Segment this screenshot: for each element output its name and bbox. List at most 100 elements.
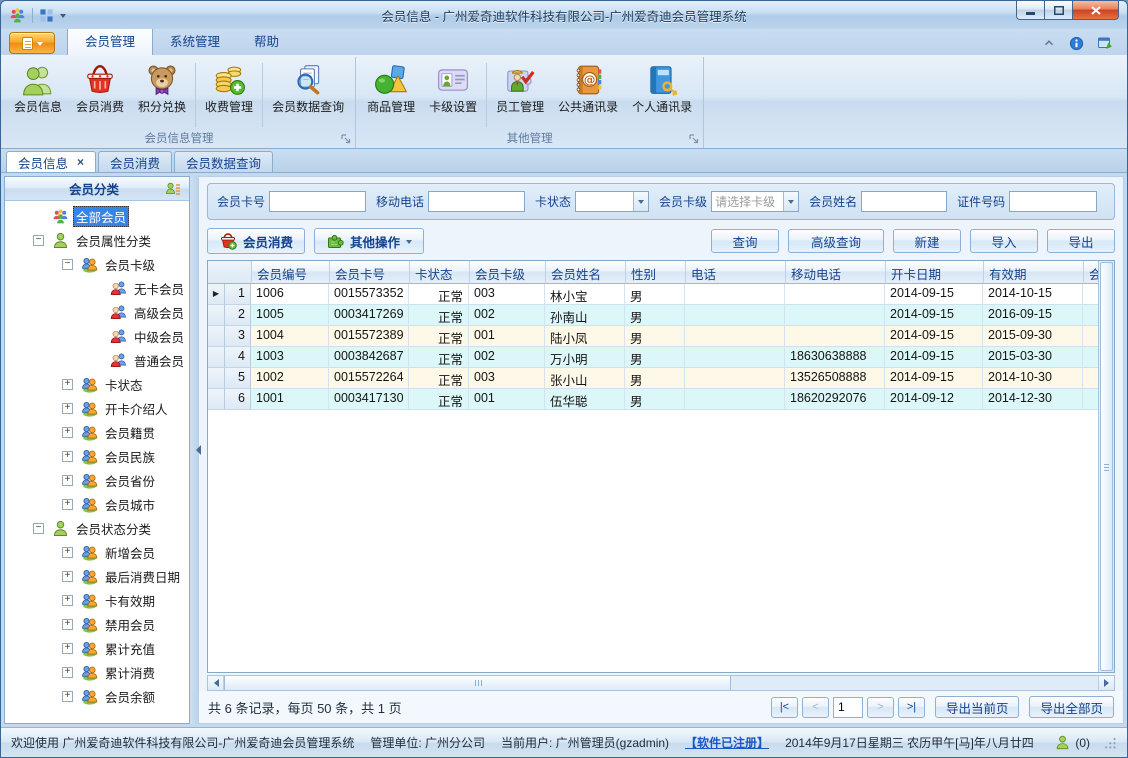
tree-item[interactable]: + 卡状态 bbox=[5, 372, 189, 396]
member-consume-button[interactable]: 会员消费 bbox=[207, 228, 306, 254]
tree-item[interactable]: + 会员省份 bbox=[5, 468, 189, 492]
ribbon-button-product-management[interactable]: 商品管理 bbox=[360, 59, 422, 117]
expand-toggle-icon[interactable]: + bbox=[62, 402, 73, 414]
advanced-query-button[interactable]: 高级查询 bbox=[788, 229, 884, 253]
ribbon-button-staff-management[interactable]: 员工管理 bbox=[489, 59, 551, 117]
tree-item[interactable]: 全部会员 bbox=[5, 204, 189, 228]
column-header[interactable]: 有效期 bbox=[984, 261, 1084, 284]
table-row[interactable]: 2 1005 0003417269 正常 002 孙南山男 2014-09-15 2016-0… bbox=[208, 305, 1114, 326]
ribbon-tab-help[interactable]: 帮助 bbox=[237, 27, 296, 55]
ribbon-tab-member-management[interactable]: 会员管理 bbox=[67, 26, 154, 55]
last-page-button[interactable]: >| bbox=[897, 696, 925, 718]
column-header[interactable]: 会员编号 bbox=[252, 261, 330, 284]
info-icon[interactable] bbox=[1069, 36, 1084, 51]
tree-item[interactable]: + 会员余额 bbox=[5, 684, 189, 708]
scrollbar-thumb[interactable] bbox=[1100, 262, 1113, 671]
expand-toggle-icon[interactable]: + bbox=[62, 546, 73, 558]
id-no-input[interactable] bbox=[1009, 191, 1098, 212]
table-row[interactable]: 4 1003 0003842687 正常 002 万小明男 18630638888 2014-… bbox=[208, 347, 1114, 368]
resize-grip-icon[interactable] bbox=[1103, 736, 1117, 750]
category-settings-icon[interactable] bbox=[165, 181, 181, 197]
application-menu-button[interactable] bbox=[9, 32, 55, 54]
expand-toggle-icon[interactable]: + bbox=[62, 426, 73, 438]
scroll-left-icon[interactable] bbox=[208, 676, 224, 690]
tree-item[interactable]: − 会员状态分类 bbox=[5, 516, 189, 540]
expand-toggle-icon[interactable]: + bbox=[62, 378, 73, 390]
expand-toggle-icon[interactable]: + bbox=[62, 666, 73, 678]
mobile-input[interactable] bbox=[428, 191, 526, 212]
ribbon-button-personal-contacts[interactable]: 个人通讯录 bbox=[625, 59, 699, 117]
ribbon-tab-system-management[interactable]: 系统管理 bbox=[153, 27, 237, 55]
dialog-launcher-icon[interactable] bbox=[688, 133, 700, 145]
collapse-toggle-icon[interactable]: − bbox=[62, 258, 73, 270]
doc-tab-member-consume[interactable]: 会员消费 bbox=[98, 151, 173, 172]
column-header[interactable]: 移动电话 bbox=[786, 261, 886, 284]
tree-item[interactable]: + 累计消费 bbox=[5, 660, 189, 684]
tree-item[interactable]: + 新增会员 bbox=[5, 540, 189, 564]
scrollbar-thumb[interactable] bbox=[224, 676, 732, 690]
minimize-button[interactable] bbox=[1016, 1, 1045, 20]
tree-item[interactable]: 普通会员 bbox=[5, 348, 189, 372]
column-header[interactable]: 卡状态 bbox=[410, 261, 470, 284]
tree-item[interactable]: + 累计充值 bbox=[5, 636, 189, 660]
tree-item[interactable]: + 开卡介绍人 bbox=[5, 396, 189, 420]
tree-item[interactable]: − 会员属性分类 bbox=[5, 228, 189, 252]
import-button[interactable]: 导入 bbox=[970, 229, 1038, 253]
card-no-input[interactable] bbox=[269, 191, 367, 212]
other-operations-button[interactable]: 其他操作 bbox=[314, 228, 425, 254]
ribbon-button-member-info[interactable]: 会员信息 bbox=[7, 59, 69, 117]
customize-toolbar-icon[interactable] bbox=[39, 8, 54, 23]
tree-item[interactable]: + 会员城市 bbox=[5, 492, 189, 516]
tree-item[interactable]: + 卡有效期 bbox=[5, 588, 189, 612]
first-page-button[interactable]: |< bbox=[770, 696, 798, 718]
table-row[interactable]: ▶ 1 1006 0015573352 正常 003 林小宝男 2014-09-15 2014-… bbox=[208, 284, 1114, 305]
online-user-icon[interactable] bbox=[1055, 735, 1070, 750]
ribbon-button-member-data-query[interactable]: 会员数据查询 bbox=[265, 59, 351, 117]
tree-item[interactable]: 中级会员 bbox=[5, 324, 189, 348]
expand-toggle-icon[interactable]: + bbox=[62, 450, 73, 462]
member-name-input[interactable] bbox=[861, 191, 948, 212]
table-row[interactable]: 6 1001 0003417130 正常 001 伍华聪男 18620292076 2014-… bbox=[208, 389, 1114, 410]
expand-toggle-icon[interactable]: + bbox=[62, 618, 73, 630]
export-all-pages-button[interactable]: 导出全部页 bbox=[1029, 696, 1114, 718]
query-button[interactable]: 查询 bbox=[711, 229, 779, 253]
horizontal-scrollbar[interactable] bbox=[207, 675, 1115, 691]
tree-item[interactable]: 高级会员 bbox=[5, 300, 189, 324]
tree-item[interactable]: − 会员卡级 bbox=[5, 252, 189, 276]
expand-toggle-icon[interactable]: + bbox=[62, 690, 73, 702]
column-header[interactable]: 会员卡号 bbox=[330, 261, 410, 284]
column-header[interactable]: 开卡日期 bbox=[886, 261, 984, 284]
card-status-select[interactable] bbox=[575, 191, 650, 212]
tree-item[interactable]: 无卡会员 bbox=[5, 276, 189, 300]
column-header[interactable]: 性别 bbox=[626, 261, 686, 284]
splitter[interactable] bbox=[190, 176, 201, 724]
table-row[interactable]: 5 1002 0015572264 正常 003 张小山男 13526508888 2014-… bbox=[208, 368, 1114, 389]
tree-item[interactable]: + 禁用会员 bbox=[5, 612, 189, 636]
column-header[interactable]: 会员姓名 bbox=[546, 261, 626, 284]
prev-page-button[interactable]: < bbox=[801, 696, 829, 718]
vertical-scrollbar[interactable] bbox=[1098, 261, 1114, 672]
toolbar-dropdown-icon[interactable] bbox=[60, 13, 66, 21]
card-level-select[interactable]: 请选择卡级 bbox=[711, 191, 800, 212]
expand-toggle-icon[interactable]: + bbox=[62, 570, 73, 582]
ribbon-button-points-exchange[interactable]: 积分兑换 bbox=[131, 59, 193, 117]
registered-link[interactable]: 【软件已注册】 bbox=[685, 734, 769, 751]
export-current-page-button[interactable]: 导出当前页 bbox=[934, 696, 1020, 718]
maximize-button[interactable] bbox=[1044, 1, 1073, 20]
table-row[interactable]: 3 1004 0015572389 正常 001 陆小凤男 2014-09-15 2015-0… bbox=[208, 326, 1114, 347]
column-header[interactable]: 电话 bbox=[686, 261, 786, 284]
next-page-button[interactable]: > bbox=[866, 696, 894, 718]
scroll-right-icon[interactable] bbox=[1098, 676, 1114, 690]
dialog-launcher-icon[interactable] bbox=[340, 133, 352, 145]
expand-toggle-icon[interactable]: + bbox=[62, 594, 73, 606]
tree-item[interactable]: + 会员籍贯 bbox=[5, 420, 189, 444]
new-button[interactable]: 新建 bbox=[893, 229, 961, 253]
doc-tab-member-info[interactable]: 会员信息 × bbox=[6, 151, 97, 172]
close-button[interactable] bbox=[1072, 1, 1119, 20]
expand-toggle-icon[interactable]: + bbox=[62, 498, 73, 510]
tree-item[interactable]: + 会员民族 bbox=[5, 444, 189, 468]
ribbon-button-public-contacts[interactable]: 公共通讯录 bbox=[551, 59, 625, 117]
export-button[interactable]: 导出 bbox=[1047, 229, 1115, 253]
tab-close-icon[interactable]: × bbox=[77, 156, 84, 168]
collapse-ribbon-icon[interactable] bbox=[1042, 36, 1056, 50]
